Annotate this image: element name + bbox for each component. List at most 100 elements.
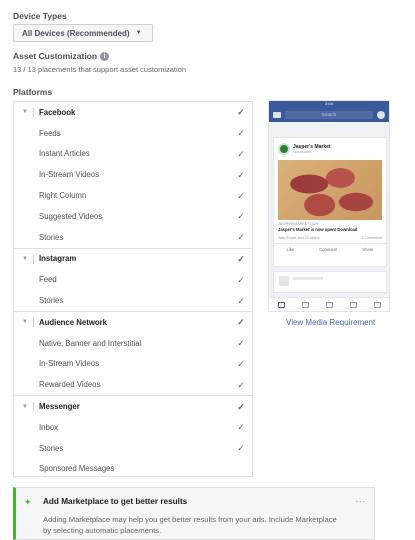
placement-label: Stories: [39, 232, 64, 242]
placement-item[interactable]: Instant Articles ✓: [14, 144, 252, 165]
preview-tabbar: [269, 297, 389, 311]
preview-image: [278, 160, 382, 220]
preview-share: Share: [362, 247, 374, 252]
collapse-triangle-icon[interactable]: ▼: [22, 319, 28, 325]
placement-label: Suggested Videos: [39, 211, 103, 221]
placement-label: Stories: [39, 443, 64, 453]
checkmark-icon[interactable]: ✓: [236, 149, 246, 159]
preview-actions: Like Comment Share: [274, 244, 386, 255]
checkmark-icon[interactable]: ✓: [236, 128, 246, 138]
ad-preview: 2:04 Search Jasper's Market Sponsored JA…: [268, 100, 390, 312]
checkmark-icon[interactable]: ✓: [236, 191, 246, 201]
platform-name: Instagram: [39, 254, 77, 264]
placement-item[interactable]: Rewarded Videos ✓: [14, 374, 252, 395]
preview-like: Like: [286, 247, 295, 252]
menu-icon: [373, 301, 381, 308]
divider: [33, 254, 34, 264]
platform-header[interactable]: ▼ Messenger ✓: [14, 396, 252, 417]
avatar: [278, 143, 290, 155]
camera-icon: [273, 111, 281, 118]
checkmark-icon[interactable]: ✓: [236, 443, 246, 453]
collapse-triangle-icon[interactable]: ▼: [22, 109, 28, 115]
platform-header[interactable]: ▼ Instagram ✓: [14, 249, 252, 270]
preview-reactions: Jake Evans and 22 others 2 Comments: [274, 233, 386, 244]
placement-item[interactable]: Inbox ✓: [14, 417, 252, 438]
preview-navbar: Search: [269, 107, 389, 122]
checkmark-icon[interactable]: ✓: [236, 338, 246, 348]
checkmark-icon[interactable]: ✓: [236, 254, 246, 264]
placement-item[interactable]: Native, Banner and Interstitial ✓: [14, 333, 252, 354]
platform-header[interactable]: ▼ Audience Network ✓: [14, 312, 252, 333]
preview-sponsored: Sponsored: [293, 150, 312, 154]
checkmark-icon[interactable]: ✓: [236, 317, 246, 327]
placement-item[interactable]: Stories ✓: [14, 438, 252, 459]
platform-name: Facebook: [39, 107, 76, 117]
platform-header[interactable]: ▼ Facebook ✓: [14, 102, 252, 123]
asset-customization-summary: 13 / 13 placements that support asset cu…: [13, 65, 187, 74]
preview-comment-count: 2 Comments: [361, 236, 382, 240]
preview-next-post: [273, 271, 387, 293]
divider: [33, 402, 34, 412]
platforms-list: ▼ Facebook ✓ Feeds ✓ Instant Articles ✓ In-Stre…: [13, 101, 253, 477]
checkmark-icon[interactable]: ✓: [236, 170, 246, 180]
bell-icon: [349, 301, 357, 308]
sparkle-icon: ✦: [24, 497, 32, 507]
chevron-down-icon: ▼: [135, 30, 142, 36]
placement-label: Stories: [39, 296, 64, 306]
placement-item[interactable]: Sponsored Messages: [14, 459, 252, 480]
device-types-dropdown[interactable]: All Devices (Recommended) ▼: [13, 24, 153, 42]
preview-reaction-count: Jake Evans and 22 others: [278, 236, 320, 240]
placement-item[interactable]: Stories ✓: [14, 227, 252, 248]
placement-item[interactable]: In-Stream Videos ✓: [14, 164, 252, 185]
checkmark-icon[interactable]: ✓: [236, 275, 246, 285]
placement-label: Sponsored Messages: [39, 464, 115, 474]
asset-customization-heading: Asset Customization i: [13, 51, 110, 61]
more-options-icon[interactable]: ...: [355, 494, 366, 504]
divider: [33, 317, 34, 327]
messenger-icon: [377, 110, 385, 119]
news-feed-icon: [277, 301, 285, 308]
checkmark-icon[interactable]: ✓: [236, 359, 246, 369]
device-types-label: Device Types: [13, 11, 67, 21]
collapse-triangle-icon[interactable]: ▼: [22, 256, 28, 262]
platform-name: Audience Network: [39, 317, 108, 327]
placement-label: Inbox: [39, 422, 59, 432]
placement-label: Native, Banner and Interstitial: [39, 338, 142, 348]
collapse-triangle-icon[interactable]: ▼: [22, 404, 28, 410]
platform-group: ▼ Messenger ✓ Inbox ✓ Stories ✓ Sponsored Messa…: [14, 396, 252, 479]
placement-item[interactable]: In-Stream Videos ✓: [14, 354, 252, 375]
placeholder-thumb: [279, 276, 289, 286]
checkmark-icon[interactable]: ✓: [236, 296, 246, 306]
placement-item[interactable]: Right Column ✓: [14, 185, 252, 206]
platforms-label: Platforms: [13, 87, 53, 97]
platform-name: Messenger: [39, 402, 80, 412]
placement-label: Right Column: [39, 191, 87, 201]
device-types-selected: All Devices (Recommended): [22, 28, 130, 38]
placement-label: In-Stream Videos: [39, 170, 100, 180]
info-icon[interactable]: i: [100, 52, 110, 61]
placement-label: In-Stream Videos: [39, 359, 100, 369]
asset-customization-label: Asset Customization: [13, 51, 98, 61]
platform-group: ▼ Audience Network ✓ Native, Banner and Int…: [14, 312, 252, 397]
placement-item[interactable]: Feeds ✓: [14, 123, 252, 144]
divider: [33, 108, 34, 117]
marketplace-banner: ✦ Add Marketplace to get better results …: [13, 487, 375, 540]
placement-item[interactable]: Feed ✓: [14, 269, 252, 290]
marketplace-icon: [325, 301, 333, 308]
placement-item[interactable]: Suggested Videos ✓: [14, 206, 252, 227]
preview-headline: Jasper's Market is now open! Download: [278, 227, 358, 232]
checkmark-icon[interactable]: ✓: [236, 380, 246, 390]
checkmark-icon[interactable]: ✓: [236, 402, 246, 412]
checkmark-icon[interactable]: ✓: [236, 232, 246, 242]
placement-label: Instant Articles: [39, 149, 90, 159]
checkmark-icon[interactable]: ✓: [236, 211, 246, 221]
preview-post: Jasper's Market Sponsored JASPERSMARKET.…: [273, 137, 387, 267]
banner-title: Add Marketplace to get better results: [43, 497, 188, 506]
view-media-requirement-link[interactable]: View Media Requirement: [286, 318, 375, 327]
checkmark-icon[interactable]: ✓: [236, 422, 246, 432]
preview-comment: Comment: [319, 247, 338, 252]
platform-group: ▼ Instagram ✓ Feed ✓ Stories ✓: [14, 249, 252, 312]
video-icon: [301, 301, 309, 308]
checkmark-icon[interactable]: ✓: [236, 107, 246, 117]
placement-item[interactable]: Stories ✓: [14, 290, 252, 311]
